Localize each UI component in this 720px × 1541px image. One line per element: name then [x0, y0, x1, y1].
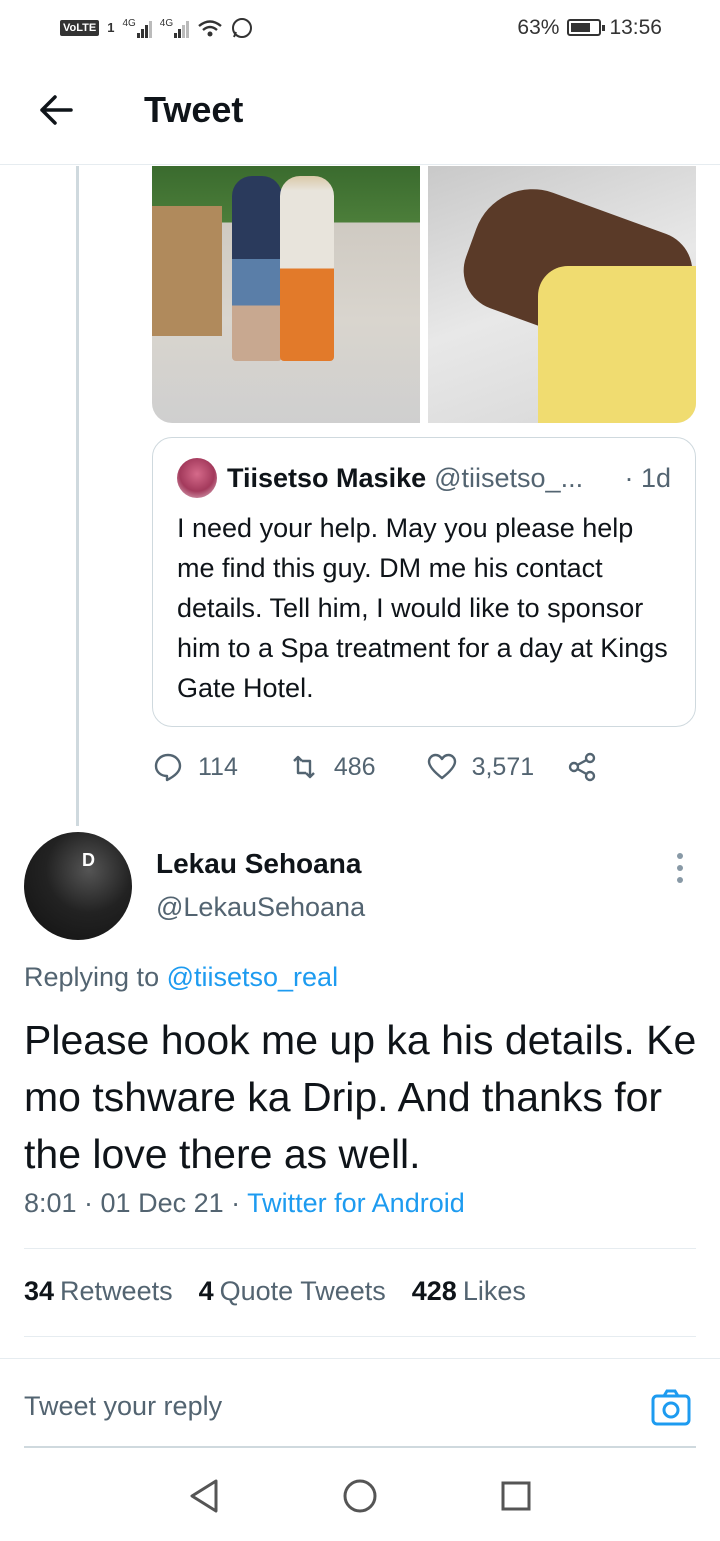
camera-icon[interactable]	[650, 1387, 692, 1429]
volte-badge: VoLTE	[60, 19, 100, 36]
system-nav-bar	[0, 1450, 720, 1541]
nav-home-icon[interactable]	[330, 1466, 390, 1526]
thread-line	[76, 166, 79, 826]
nav-recents-icon[interactable]	[486, 1466, 546, 1526]
like-count: 3,571	[471, 752, 535, 781]
quotes-label: Quote Tweets	[219, 1276, 386, 1306]
nav-back-icon[interactable]	[174, 1466, 234, 1526]
heart-icon	[427, 753, 456, 780]
tweet-meta: 8:01 · 01 Dec 21 · Twitter for Android	[24, 1188, 465, 1219]
quoted-tweet-header: Tiisetso Masike @tiisetso_... · 1d	[177, 458, 671, 498]
clock: 13:56	[609, 15, 662, 39]
tweet-actions: 114 486 3,571	[152, 745, 632, 789]
avatar-logo-text: D	[82, 850, 95, 870]
signal-label: 4G	[122, 17, 136, 29]
reply-button[interactable]: 114	[152, 751, 238, 783]
tweet-timestamp: 8:01 · 01 Dec 21 ·	[24, 1188, 248, 1218]
quoted-tweet-time: · 1d	[624, 462, 671, 493]
share-icon	[568, 752, 596, 782]
reply-count: 114	[198, 752, 238, 781]
divider	[24, 1336, 696, 1337]
like-button[interactable]: 3,571	[426, 751, 535, 783]
retweet-icon	[293, 755, 315, 779]
signal-icon-2: 4G	[159, 17, 190, 38]
top-app-bar: Tweet	[0, 55, 720, 165]
reception-desk	[152, 206, 222, 336]
tweet-photo-1[interactable]	[152, 166, 420, 423]
battery-percent: 63%	[517, 15, 560, 39]
replying-to-link[interactable]: @tiisetso_real	[167, 962, 338, 992]
tweet-stats: 34 Retweets 4 Quote Tweets 428 Likes	[24, 1276, 526, 1307]
status-right: 63% 13:56	[517, 16, 662, 40]
avatar	[177, 458, 217, 498]
tweet-text: Please hook me up ka his details. Ke mo …	[24, 1017, 697, 1177]
reply-bar: Tweet your reply	[0, 1358, 720, 1448]
sim-indicator: 1	[107, 20, 115, 35]
retweets-count: 34	[24, 1276, 55, 1306]
quotes-count: 4	[198, 1276, 214, 1306]
retweets-label: Retweets	[60, 1276, 173, 1306]
status-bar: VoLTE 1 4G 4G 63% 13:56	[0, 0, 720, 55]
replying-to: Replying to @tiisetso_real	[24, 962, 338, 993]
likes-count: 428	[411, 1276, 457, 1306]
media-grid[interactable]	[152, 166, 696, 423]
person-2	[280, 176, 334, 361]
page-title: Tweet	[144, 88, 244, 130]
reply-underline	[24, 1446, 696, 1448]
quoted-tweet-text: I need your help. May you please help me…	[177, 513, 668, 703]
person-1	[232, 176, 282, 361]
divider	[24, 1248, 696, 1249]
replying-prefix: Replying to	[24, 962, 167, 992]
whatsapp-icon	[232, 17, 253, 38]
author-handle[interactable]: @LekauSehoana	[156, 892, 365, 923]
retweet-button[interactable]: 486	[288, 751, 376, 783]
signal-label-2: 4G	[159, 17, 174, 29]
quote-tweets-stat[interactable]: 4 Quote Tweets	[199, 1276, 386, 1307]
share-button[interactable]	[566, 751, 598, 783]
avatar[interactable]: D	[24, 832, 132, 940]
author-name[interactable]: Lekau Sehoana	[156, 848, 361, 880]
yellow-towel	[538, 266, 696, 423]
quoted-author-name: Tiisetso Masike	[227, 462, 427, 493]
tweet-photo-2[interactable]	[428, 166, 696, 423]
quoted-tweet[interactable]: Tiisetso Masike @tiisetso_... · 1d I nee…	[152, 437, 696, 727]
likes-stat[interactable]: 428 Likes	[412, 1276, 526, 1307]
more-options-icon[interactable]	[664, 848, 696, 888]
status-left: VoLTE 1 4G 4G	[60, 17, 253, 39]
likes-label: Likes	[462, 1276, 526, 1306]
reply-input[interactable]: Tweet your reply	[24, 1391, 222, 1422]
retweets-stat[interactable]: 34 Retweets	[24, 1276, 173, 1307]
tweet-source-link[interactable]: Twitter for Android	[247, 1188, 465, 1218]
wifi-icon	[198, 19, 222, 36]
back-arrow-icon[interactable]	[0, 55, 112, 165]
retweet-count: 486	[333, 752, 376, 781]
reply-icon	[154, 753, 182, 782]
signal-icon: 4G	[122, 17, 152, 38]
quoted-author-handle: @tiisetso_...	[434, 462, 584, 493]
battery-icon	[567, 19, 606, 36]
